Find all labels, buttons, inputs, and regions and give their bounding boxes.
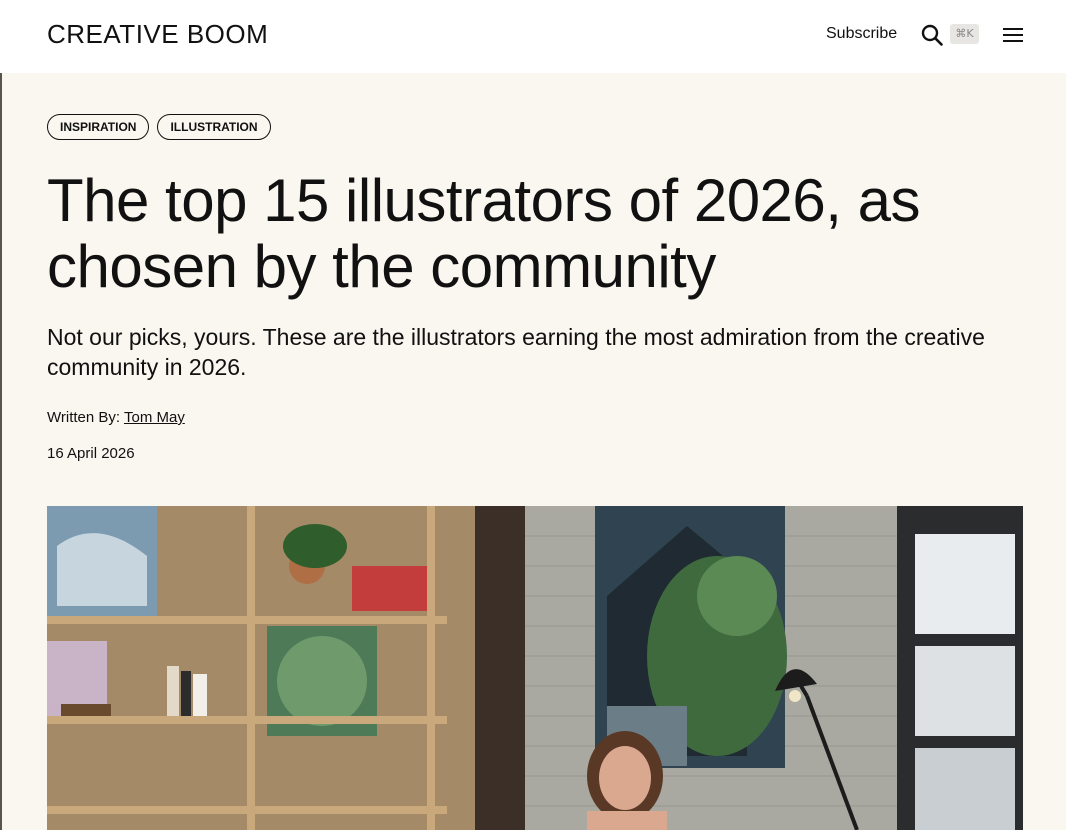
search-shortcut-badge: ⌘K [950,24,979,44]
byline: Written By: Tom May [47,408,185,428]
window-edge [0,0,2,830]
tag-inspiration[interactable]: INSPIRATION [47,114,150,140]
article-tags: INSPIRATION ILLUSTRATION [47,114,271,140]
publish-date: 16 April 2026 [47,445,135,462]
page: CREATIVE BOOM Subscribe ⌘K INSPIRATION I… [0,0,1066,830]
hamburger-menu-icon[interactable] [1002,26,1024,44]
article-subtitle: Not our picks, yours. These are the illu… [47,324,985,380]
hero-photo-illustrator-studio [47,506,1023,830]
subscribe-link[interactable]: Subscribe [826,24,897,44]
site-header: CREATIVE BOOM Subscribe ⌘K [0,0,1066,73]
site-logo[interactable]: CREATIVE BOOM [47,18,268,50]
byline-prefix: Written By: [47,409,124,426]
hero-image [47,506,1023,830]
article-title: The top 15 illustrators of 2026, as chos… [47,167,921,300]
author-link[interactable]: Tom May [124,409,185,426]
search-icon[interactable] [920,23,944,47]
tag-illustration[interactable]: ILLUSTRATION [157,114,271,140]
